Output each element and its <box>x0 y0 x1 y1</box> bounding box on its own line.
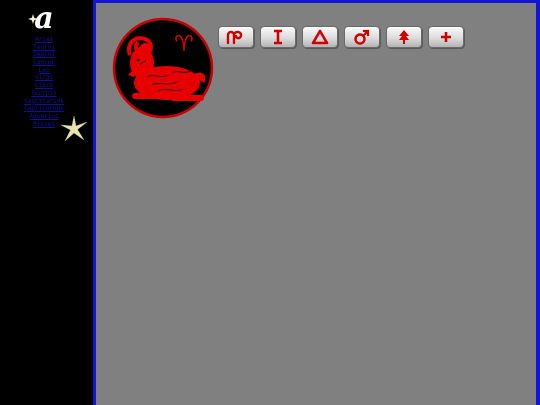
mars-icon <box>354 29 370 45</box>
nav-link-pisces[interactable]: Pisces <box>33 121 55 128</box>
tool-button-1[interactable] <box>218 26 254 48</box>
sparkle-star-icon <box>61 116 87 142</box>
aries-glyph: ♈ <box>174 32 194 57</box>
nav-link-gemini[interactable]: Gemini <box>33 51 55 58</box>
tool-button-2[interactable] <box>260 26 296 48</box>
main-content: ♈ <box>93 0 540 405</box>
tool-button-5[interactable] <box>386 26 422 48</box>
star-icon <box>28 14 38 24</box>
triangle-icon <box>311 29 329 45</box>
nav-item: Libra <box>0 82 88 90</box>
tool-button-4[interactable] <box>344 26 380 48</box>
arrow-tree-icon <box>399 30 409 44</box>
nav-item: Gemini <box>0 51 88 59</box>
nav-link-aquarius[interactable]: Aquarius <box>30 113 59 120</box>
nav-link-scorpio[interactable]: Scorpio <box>31 90 56 97</box>
nav-link-libra[interactable]: Libra <box>35 82 53 89</box>
nav-item: Taurus <box>0 44 88 52</box>
cross-icon <box>441 32 451 42</box>
roman-numeral-icon <box>274 29 282 45</box>
nav-link-virgo[interactable]: Virgo <box>35 74 53 81</box>
nav-item: Capricornus <box>0 105 88 113</box>
nav-link-capricornus[interactable]: Capricornus <box>24 105 64 112</box>
aries-ram-emblem: ♈ <box>112 17 214 119</box>
zodiac-glyph-icon <box>226 30 243 45</box>
sidebar: a Aries Taurus Gemini Cancer Leo Virgo L… <box>0 0 93 405</box>
nav-item: Cancer <box>0 59 88 67</box>
nav-link-leo[interactable]: Leo <box>39 67 50 74</box>
nav-item: Scorpio <box>0 90 88 98</box>
nav-link-aries[interactable]: Aries <box>35 36 53 43</box>
sign-nav: Aries Taurus Gemini Cancer Leo Virgo Lib… <box>0 36 88 128</box>
nav-item: Aries <box>0 36 88 44</box>
nav-link-taurus[interactable]: Taurus <box>33 44 55 51</box>
tool-button-6[interactable] <box>428 26 464 48</box>
nav-link-cancer[interactable]: Cancer <box>33 59 55 66</box>
nav-link-sagittarius[interactable]: Sagittarius <box>24 98 64 105</box>
tool-button-3[interactable] <box>302 26 338 48</box>
nav-item: Sagittarius <box>0 98 88 106</box>
nav-item: Leo <box>0 67 88 75</box>
nav-item: Virgo <box>0 74 88 82</box>
